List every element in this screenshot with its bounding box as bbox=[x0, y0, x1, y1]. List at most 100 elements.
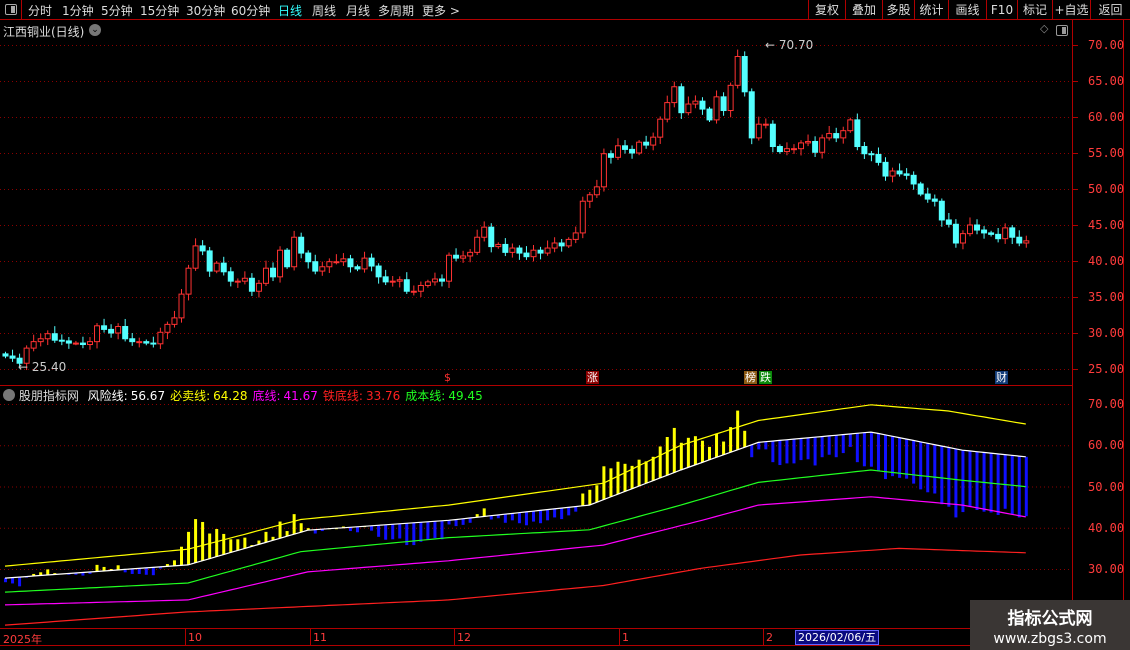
candle-body bbox=[44, 333, 51, 340]
event-marker[interactable]: $ bbox=[441, 371, 454, 384]
candle-body bbox=[185, 267, 192, 295]
candle bbox=[790, 144, 797, 154]
candle-body bbox=[1002, 227, 1009, 240]
candle bbox=[966, 217, 973, 237]
candle bbox=[248, 273, 255, 296]
candle-body bbox=[467, 251, 474, 257]
indicator-bar bbox=[679, 442, 683, 470]
indicator-bar bbox=[757, 442, 761, 450]
indicator-bar bbox=[1003, 454, 1007, 509]
event-marker[interactable]: 榜 bbox=[744, 371, 757, 384]
indicator-name: 股朋指标网 bbox=[18, 389, 79, 403]
dropdown-icon[interactable]: ⌄ bbox=[89, 24, 101, 36]
indicator-bar bbox=[194, 519, 198, 563]
candle-body bbox=[291, 236, 298, 268]
indicator-bar bbox=[876, 433, 880, 472]
candle-body bbox=[396, 279, 403, 282]
indicator-axis-label: 70.00 bbox=[1088, 397, 1125, 411]
candle-body bbox=[593, 186, 600, 196]
candle-body bbox=[664, 102, 671, 120]
candle-body bbox=[854, 119, 861, 148]
event-marker[interactable]: 财 bbox=[995, 371, 1008, 384]
candle-body bbox=[727, 84, 734, 112]
indicator-bar bbox=[827, 435, 831, 455]
high-price-label: ← 70.70 bbox=[765, 38, 814, 52]
candle bbox=[382, 269, 389, 286]
indicator-bar bbox=[151, 567, 155, 576]
indicator-bar bbox=[461, 518, 465, 525]
candle bbox=[213, 261, 220, 274]
candle-body bbox=[523, 252, 530, 258]
legend-label: 风险线: bbox=[87, 389, 128, 403]
candle bbox=[938, 198, 945, 227]
date-axis-label: 1 bbox=[622, 631, 629, 644]
candle bbox=[431, 272, 438, 286]
indicator-bar bbox=[222, 533, 226, 555]
candle-body bbox=[298, 236, 305, 254]
candle-body bbox=[699, 100, 706, 110]
candle bbox=[586, 192, 593, 209]
candle bbox=[220, 256, 227, 276]
candle-body bbox=[861, 146, 868, 155]
candle bbox=[178, 288, 185, 323]
candle-body bbox=[438, 278, 445, 282]
candle-body bbox=[164, 323, 171, 333]
candle bbox=[847, 117, 854, 133]
indicator-bar bbox=[503, 514, 507, 523]
indicator-dropdown-icon[interactable] bbox=[3, 389, 15, 401]
indicator-legend-item: 成本线: 49.45 bbox=[405, 389, 482, 403]
indicator-bar bbox=[524, 511, 528, 526]
candle bbox=[122, 318, 129, 342]
candle bbox=[270, 262, 277, 282]
price-axis-label: 60.00 bbox=[1088, 110, 1125, 124]
candle-body bbox=[86, 341, 93, 346]
candle-body bbox=[241, 277, 248, 282]
candle bbox=[959, 230, 966, 250]
candle-body bbox=[333, 261, 340, 264]
candle-body bbox=[769, 123, 776, 148]
candle-body bbox=[51, 333, 58, 341]
candle-body bbox=[819, 137, 826, 153]
candle-body bbox=[636, 141, 643, 154]
candle bbox=[1002, 223, 1009, 244]
indicator-bar bbox=[715, 433, 719, 458]
candle-body bbox=[896, 170, 903, 175]
diamond-icon[interactable]: ◇ bbox=[1040, 22, 1048, 35]
layout-icon[interactable] bbox=[1056, 25, 1068, 36]
candle-body bbox=[431, 278, 438, 283]
candle bbox=[291, 230, 298, 271]
candle-body bbox=[262, 267, 269, 284]
candle bbox=[988, 230, 995, 237]
candle bbox=[579, 196, 586, 239]
candle bbox=[129, 333, 136, 346]
candle bbox=[312, 254, 319, 275]
candle bbox=[798, 140, 805, 156]
indicator-bar bbox=[954, 448, 958, 518]
indicator-bar bbox=[841, 434, 845, 454]
indicator-bar bbox=[855, 433, 859, 463]
candle-body bbox=[9, 355, 16, 359]
candle bbox=[607, 150, 614, 164]
indicator-bar bbox=[637, 459, 641, 487]
indicator-bar bbox=[201, 521, 205, 561]
candle bbox=[164, 321, 171, 340]
indicator-bar bbox=[665, 437, 669, 476]
candle-body bbox=[812, 140, 819, 153]
indicator-bar bbox=[560, 508, 564, 520]
candle-body bbox=[974, 224, 981, 231]
candle-body bbox=[30, 341, 37, 349]
chart-canvas[interactable] bbox=[0, 0, 1130, 650]
candle-body bbox=[875, 153, 882, 163]
event-marker[interactable]: 涨 bbox=[586, 371, 599, 384]
event-marker[interactable]: 跌 bbox=[759, 371, 772, 384]
indicator-bar bbox=[4, 578, 7, 583]
high-value: 70.70 bbox=[778, 38, 814, 52]
indicator-bar bbox=[609, 468, 613, 497]
indicator-line bbox=[4, 547, 1026, 626]
candle bbox=[474, 229, 481, 256]
indicator-bar bbox=[391, 524, 395, 540]
indicator-bar bbox=[813, 437, 817, 466]
candle-body bbox=[2, 353, 9, 357]
candle bbox=[523, 246, 530, 260]
candle bbox=[516, 245, 523, 260]
